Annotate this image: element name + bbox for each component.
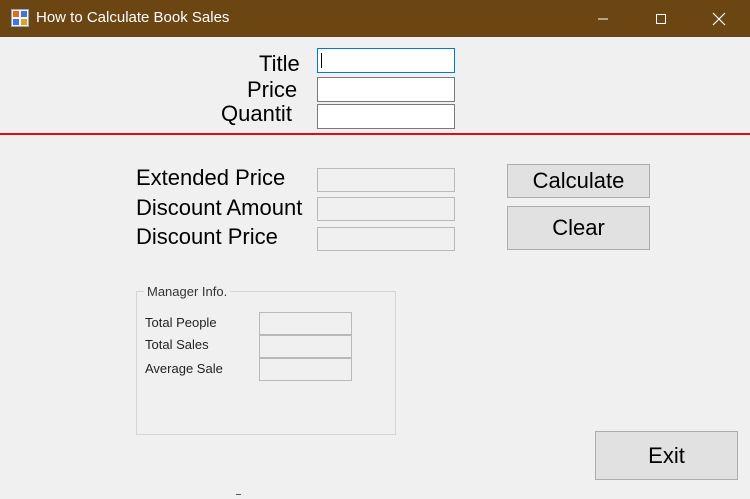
price-label: Price — [247, 77, 298, 102]
exit-button[interactable]: Exit — [595, 431, 738, 480]
minimize-icon — [598, 18, 608, 19]
text-caret — [321, 53, 322, 68]
discount-amount-output — [317, 197, 455, 221]
window-titlebar[interactable]: How to Calculate Book Sales — [0, 0, 750, 37]
title-input[interactable] — [317, 48, 455, 73]
close-button[interactable] — [696, 0, 742, 37]
extended-price-output — [317, 168, 455, 192]
average-sale-output — [259, 358, 352, 381]
discount-amount-label: Discount Amount — [136, 195, 303, 220]
average-sale-label: Average Sale — [145, 361, 223, 376]
resize-mark — [236, 494, 241, 495]
quantity-label: Quantit — [221, 101, 292, 126]
title-label: Title — [259, 51, 300, 76]
manager-info-legend: Manager Info. — [144, 285, 231, 299]
window-title: How to Calculate Book Sales — [36, 9, 230, 26]
minimize-button[interactable] — [580, 0, 626, 37]
total-people-output — [259, 312, 352, 335]
maximize-icon — [656, 13, 666, 24]
price-input[interactable] — [317, 77, 455, 102]
total-sales-output — [259, 335, 352, 358]
total-people-label: Total People — [145, 315, 217, 330]
extended-price-label: Extended Price — [136, 165, 286, 190]
total-sales-label: Total Sales — [145, 337, 209, 352]
discount-price-output — [317, 227, 455, 251]
calculate-button[interactable]: Calculate — [507, 164, 650, 198]
clear-button[interactable]: Clear — [507, 206, 650, 250]
quantity-input[interactable] — [317, 104, 455, 129]
maximize-button[interactable] — [638, 0, 684, 37]
close-icon — [712, 12, 726, 25]
discount-price-label: Discount Price — [136, 224, 278, 249]
app-form-icon — [11, 9, 29, 27]
section-divider — [0, 133, 750, 135]
